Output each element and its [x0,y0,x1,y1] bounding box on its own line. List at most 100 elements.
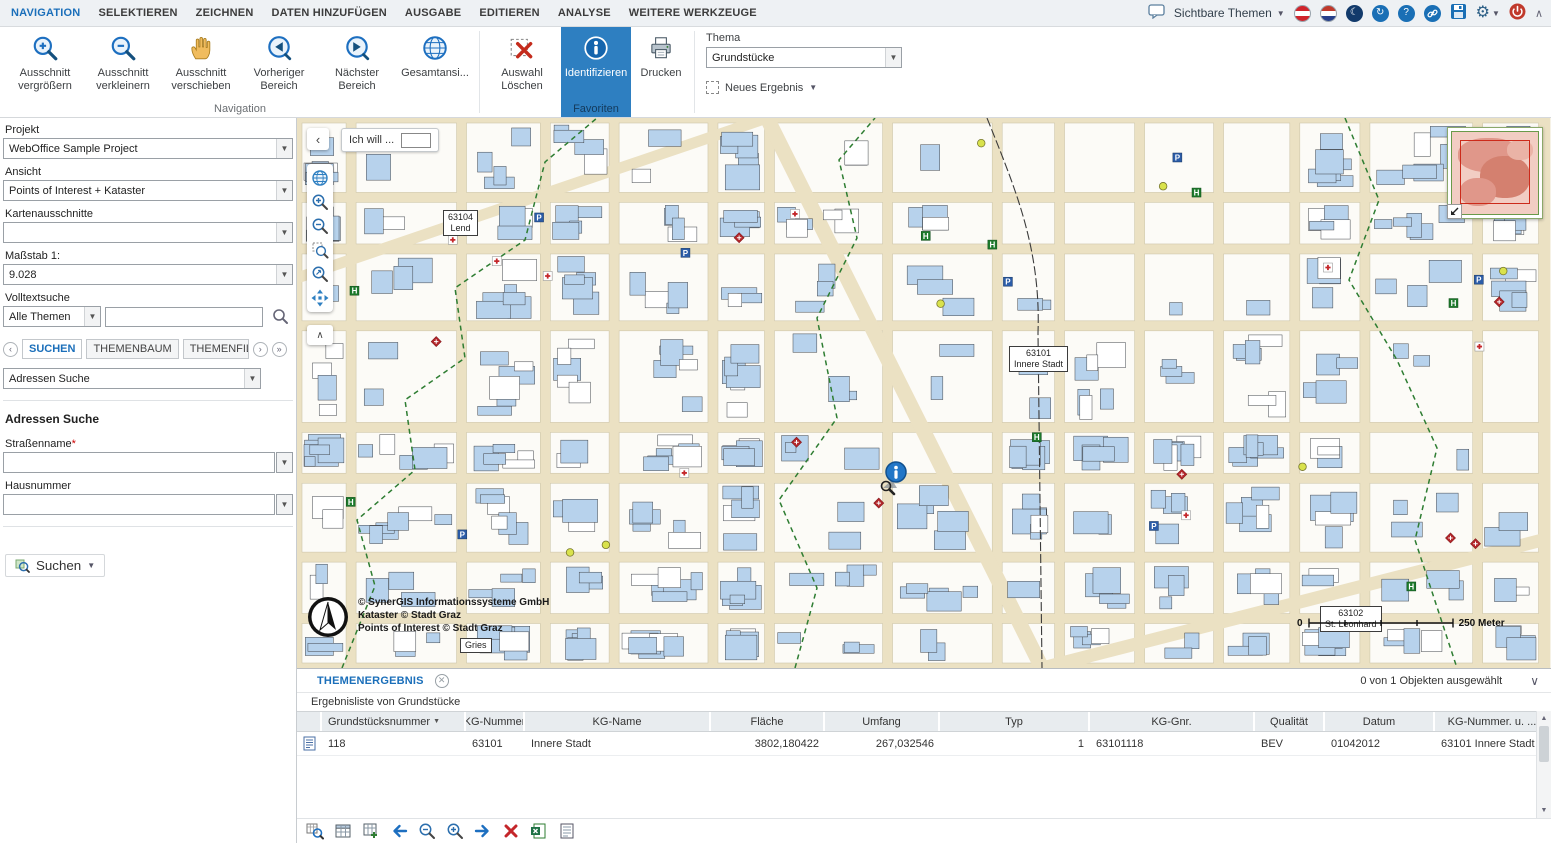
thema-select[interactable]: Grundstücke ▼ [706,47,902,68]
overview-map[interactable] [1447,127,1543,219]
scroll-down-icon[interactable]: ▼ [1537,803,1551,818]
save-icon[interactable] [1450,3,1467,23]
tool-next-extent[interactable]: NächsterBereich [318,29,396,102]
menu-daten-hinzufuegen[interactable]: DATEN HINZUFÜGEN [262,7,395,19]
menu-navigation[interactable]: NAVIGATION [2,7,89,19]
menu-zeichnen[interactable]: ZEICHNEN [187,7,263,19]
select-all-icon[interactable] [361,821,381,841]
help-icon[interactable]: ? [1398,5,1415,22]
remove-result-icon[interactable] [501,821,521,841]
tool-clear-selection[interactable]: AuswahlLöschen [485,29,559,102]
kartenausschnitte-select[interactable]: ▼ [3,222,293,243]
power-icon[interactable] [1509,3,1526,23]
column-header[interactable]: KG-Nummer. u. ... [1435,712,1551,731]
column-header[interactable]: Umfang [825,712,940,731]
settings-gear-icon[interactable]: ⚙▼ [1476,5,1500,21]
projekt-select[interactable]: WebOffice Sample Project ▼ [3,138,293,159]
strassenname-input[interactable] [3,452,275,473]
tool-label: Auswahl [501,67,543,80]
tool-previous-extent[interactable]: VorherigerBereich [240,29,318,102]
column-header[interactable]: KG-Nummer [466,712,525,731]
tool-pan[interactable]: Ausschnittverschieben [162,29,240,102]
next-page-icon[interactable] [473,821,493,841]
language-german-flag-icon[interactable] [1294,5,1311,22]
report-icon[interactable] [557,821,577,841]
neues-ergebnis-toggle[interactable]: Neues Ergebnis ▼ [706,81,913,94]
ansicht-select[interactable]: Points of Interest + Kataster ▼ [3,180,293,201]
ich-will-widget[interactable]: Ich will ... [341,128,439,152]
link-icon[interactable] [1424,5,1441,22]
menu-ausgabe[interactable]: AUSGABE [396,7,470,19]
cell-kg-nummer-u: 63101 Innere Stadt [1435,732,1551,755]
divider [3,400,293,401]
collapse-panel-icon[interactable]: ∨ [1530,674,1539,688]
identify-marker [875,460,911,501]
collapse-sidebar-icon[interactable]: ‹ [307,128,329,150]
menu-selektieren[interactable]: SELEKTIEREN [89,7,186,19]
collapse-ribbon-icon[interactable]: ∧ [1535,7,1543,20]
map-toolbar-collapse-icon[interactable]: ∧ [307,325,333,345]
tool-print[interactable]: Drucken [633,29,689,102]
refresh-icon[interactable]: ↻ [1372,5,1389,22]
table-row[interactable]: 118 63101 Innere Stadt 3802,180422 267,0… [297,732,1551,756]
chevron-down-icon[interactable]: ▼ [276,494,293,515]
table-scrollbar[interactable]: ▲ ▼ [1536,711,1551,818]
hausnummer-input[interactable] [3,494,275,515]
map-canvas[interactable]: PHPHPHPHPHPHPHPH [297,118,1550,668]
previous-page-icon[interactable] [389,821,409,841]
menu-analyse[interactable]: ANALYSE [549,7,620,19]
visible-themes-dropdown[interactable]: Sichtbare Themen ▼ [1174,6,1285,20]
zoom-out-result-icon[interactable] [417,821,437,841]
pan-arrows-icon[interactable] [309,287,331,309]
column-header[interactable]: KG-Gnr. [1090,712,1255,731]
tab-themenbaum[interactable]: THEMENBAUM [86,339,178,359]
tool-full-extent[interactable]: Gesamtansi... [396,29,474,102]
column-header[interactable]: Typ [940,712,1090,731]
volltext-scope-select[interactable]: Alle Themen ▼ [3,306,101,327]
tabs-scroll-right-icon[interactable]: › [253,342,268,357]
tab-themenergebnis[interactable]: THEMENERGEBNIS [317,675,424,687]
zoom-window-icon[interactable] [309,239,331,261]
zoom-scale-icon[interactable] [309,263,331,285]
menu-weitere-werkzeuge[interactable]: WEITERE WERKZEUGE [620,7,766,19]
chevron-down-icon[interactable]: ▼ [276,452,293,473]
tool-zoom-out[interactable]: Ausschnittverkleinern [84,29,162,102]
map-zoom-in-icon[interactable] [309,191,331,213]
tab-themenfilter[interactable]: THEMENFILTER [183,339,249,359]
tabs-scroll-left-icon[interactable]: ‹ [3,342,18,357]
tool-identify[interactable]: Identifizieren [563,29,629,102]
tool-zoom-in[interactable]: Ausschnittvergrößern [6,29,84,102]
zoom-in-result-icon[interactable] [445,821,465,841]
show-table-icon[interactable] [333,821,353,841]
suchen-button[interactable]: Suchen ▼ [5,554,105,577]
column-header[interactable]: Datum [1325,712,1435,731]
volltext-search-button[interactable] [267,306,293,327]
tab-suchen[interactable]: SUCHEN [22,339,82,359]
column-header[interactable]: Grundstücksnummer▼ [322,712,466,731]
map-zoom-out-icon[interactable] [309,215,331,237]
ribbon-separator [479,31,480,113]
zoom-to-results-icon[interactable] [305,821,325,841]
column-header[interactable]: KG-Name [525,712,711,731]
column-header[interactable]: Qualität [1255,712,1325,731]
menu-editieren[interactable]: EDITIEREN [470,7,548,19]
column-header[interactable]: Fläche [711,712,825,731]
export-excel-icon[interactable] [529,821,549,841]
night-mode-icon[interactable]: ☾ [1346,5,1363,22]
massstab-select[interactable]: 9.028 ▼ [3,264,293,285]
overview-globe-icon[interactable] [309,167,331,189]
scrollbar-thumb[interactable] [1539,726,1549,762]
volltext-search-input[interactable] [105,307,263,327]
overview-toggle-icon[interactable] [1447,204,1462,219]
row-detail-icon[interactable] [297,732,322,755]
scrollbar-track[interactable] [1537,726,1551,803]
close-result-icon[interactable]: ✕ [435,674,449,688]
ich-will-input[interactable] [401,133,431,148]
search-type-select[interactable]: Adressen Suche ▼ [3,368,261,389]
language-dutch-flag-icon[interactable] [1320,5,1337,22]
scroll-up-icon[interactable]: ▲ [1537,711,1551,726]
map-viewport[interactable]: PHPHPHPHPHPHPHPH ‹ [297,118,1551,668]
volltextsuche-row: Alle Themen ▼ [3,306,293,327]
tabs-overflow-icon[interactable]: » [272,342,287,357]
tool-label: verschieben [171,80,230,93]
